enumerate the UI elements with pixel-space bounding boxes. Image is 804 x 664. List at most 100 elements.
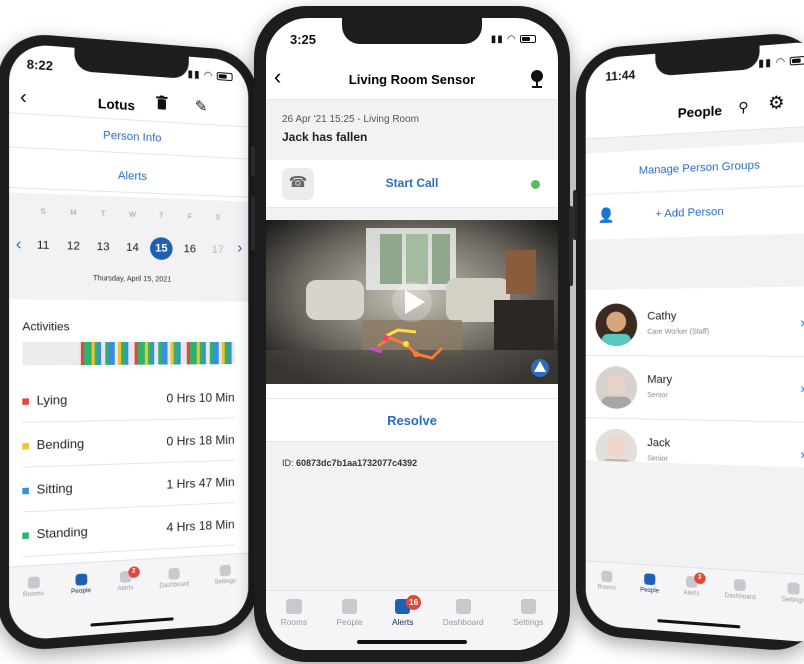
id-value: 60873dc7b1aa1732077c4392 [296, 458, 418, 468]
add-person-label: + Add Person [655, 205, 724, 221]
tab-rooms[interactable]: Rooms [23, 576, 44, 640]
activity-timeline [22, 342, 235, 366]
alert-summary: 26 Apr '21 15:25 - Living Room Jack has … [266, 100, 558, 160]
search-icon[interactable]: ⚲ [738, 99, 748, 116]
chevron-right-icon: › [800, 380, 804, 397]
manage-groups-link[interactable]: Manage Person Groups [585, 141, 804, 194]
activity-duration: 0 Hrs 10 Min [166, 389, 235, 406]
tab-label: People [70, 587, 91, 596]
left-phone: 8:22 ▮▮ ◠ ‹ Lotus ✎ Person Info Alerts S… [0, 31, 261, 653]
activity-row: Bending 0 Hrs 18 Min [22, 418, 235, 468]
tab-label: Dashboard [724, 592, 756, 602]
resolve-button[interactable]: Resolve [266, 398, 558, 442]
video-feed[interactable] [266, 220, 558, 384]
activity-label: Sitting [22, 480, 73, 497]
tab-label: Dashboard [442, 617, 484, 628]
id-label: ID: [282, 458, 294, 468]
alert-text: Jack has fallen [282, 130, 368, 144]
person-name: Jack [647, 436, 671, 450]
person-row[interactable]: Mary Senior › [585, 358, 804, 424]
person-role: Senior [647, 391, 668, 400]
person-icon [75, 573, 87, 586]
actions-panel: Manage Person Groups 👤 + Add Person [585, 126, 804, 290]
page-title: Living Room Sensor [348, 72, 476, 87]
tab-settings[interactable]: Settings [781, 582, 804, 642]
header: ‹ Living Room Sensor [266, 60, 558, 100]
next-week-icon[interactable]: › [237, 239, 242, 257]
signal-wifi-battery-icon: ▮▮ ◠ [491, 34, 536, 45]
page-title: People [677, 102, 723, 121]
person-name: Cathy [647, 310, 677, 323]
activity-name: Sitting [36, 480, 73, 497]
tab-people[interactable]: People [640, 573, 659, 630]
tab-label: People [640, 587, 660, 595]
tab-rooms[interactable]: Rooms [281, 599, 307, 650]
gear-icon [219, 564, 231, 577]
calendar-day[interactable]: 15 [150, 236, 173, 261]
prev-week-icon[interactable]: ‹ [16, 235, 22, 254]
signal-wifi-battery-icon: ▮▮ ◠ [188, 69, 233, 83]
calendar-day[interactable]: 16 [179, 238, 201, 261]
tab-settings[interactable]: Settings [513, 599, 543, 650]
tab-settings[interactable]: Settings [214, 564, 236, 625]
person-name: Mary [647, 373, 673, 387]
left-screen: 8:22 ▮▮ ◠ ‹ Lotus ✎ Person Info Alerts S… [9, 42, 249, 642]
tab-label: People [336, 617, 363, 628]
status-time: 11:44 [605, 67, 636, 84]
tab-label: Alerts [683, 590, 700, 598]
calendar-strip: S M T W T F S ‹ › 11 12 13 14 15 16 17 Thursday, Apr… [9, 192, 249, 302]
chevron-right-icon: › [800, 446, 804, 463]
activity-label: Lying [22, 392, 67, 408]
back-icon[interactable]: ‹ [20, 86, 27, 109]
tab-bar: Rooms People Alerts 3 Dashboard Settings [585, 560, 804, 643]
signal-wifi-battery-icon: ▮▮ ◠ [758, 55, 804, 70]
chart-icon [734, 578, 746, 592]
activity-row: Lying 0 Hrs 10 Min [22, 376, 235, 423]
person-role: Care Worker (Staff) [647, 328, 710, 336]
notification-badge: 2 [127, 566, 140, 579]
calendar-day[interactable]: 13 [92, 235, 115, 259]
camera-sensor-icon[interactable] [530, 70, 544, 88]
avatar [595, 303, 638, 347]
gear-icon[interactable]: ⚙ [768, 92, 784, 114]
alerts-link[interactable]: Alerts [9, 153, 249, 198]
activity-duration: 0 Hrs 18 Min [166, 432, 235, 449]
activity-color-swatch [22, 442, 29, 450]
bed-icon [601, 570, 613, 583]
tab-people[interactable]: People [71, 573, 91, 636]
weekday-label: T [159, 212, 164, 220]
status-time: 8:22 [26, 56, 53, 74]
room-camera-image [266, 220, 558, 384]
activity-name: Bending [36, 435, 85, 452]
activity-duration: 4 Hrs 18 Min [166, 516, 235, 535]
calendar-day[interactable]: 17 [207, 239, 229, 262]
tab-dashboard[interactable]: Dashboard [724, 578, 756, 638]
tab-label: Rooms [597, 584, 617, 592]
date-caption: Thursday, April 15, 2021 [92, 275, 172, 284]
gear-icon [520, 599, 536, 615]
start-call-button[interactable]: Start Call [266, 176, 558, 190]
add-person-row[interactable]: 👤 + Add Person [585, 186, 804, 240]
calendar-day[interactable]: 11 [31, 234, 55, 258]
call-row[interactable]: ☎ Start Call [266, 160, 558, 208]
tab-rooms[interactable]: Rooms [597, 570, 616, 627]
chart-icon [168, 567, 181, 580]
tab-label: Settings [214, 578, 236, 586]
tab-label: Alerts [391, 617, 414, 628]
activity-color-swatch [22, 487, 29, 494]
notification-badge: 3 [693, 572, 706, 585]
calendar-day[interactable]: 14 [121, 236, 144, 259]
trash-icon[interactable] [156, 95, 168, 110]
alert-id: ID: 60873dc7b1aa1732077c4392 [282, 458, 417, 468]
center-phone: 3:25 ▮▮ ◠ ‹ Living Room Sensor 26 Apr '2… [251, 6, 573, 662]
weekday-label: M [70, 209, 77, 218]
calendar-day[interactable]: 12 [62, 234, 86, 258]
tab-label: Settings [513, 617, 544, 628]
person-row[interactable]: Cathy Care Worker (Staff) › [585, 292, 804, 357]
edit-icon[interactable]: ✎ [195, 97, 208, 116]
add-person-icon: 👤 [597, 206, 615, 224]
activity-color-swatch [22, 397, 29, 405]
activity-duration: 1 Hrs 47 Min [166, 474, 235, 492]
weekday-label: W [129, 211, 136, 219]
weekday-label: S [215, 214, 221, 222]
